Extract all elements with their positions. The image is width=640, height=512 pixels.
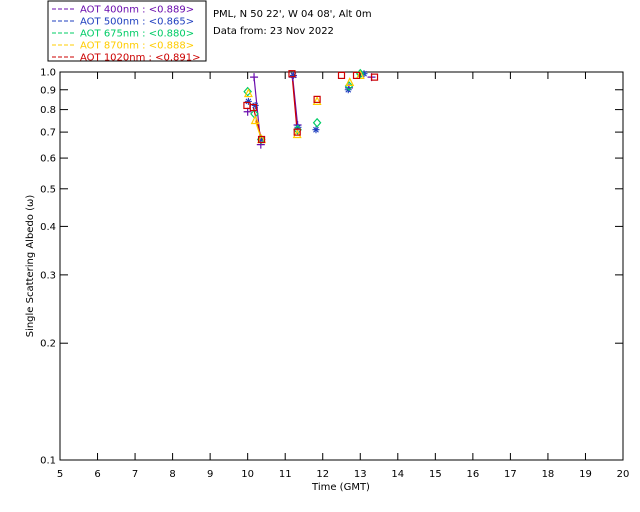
y-tick-label: 0.2 (40, 339, 56, 350)
x-tick-label: 12 (316, 469, 329, 480)
x-tick-label: 10 (241, 469, 254, 480)
x-tick-label: 11 (279, 469, 292, 480)
y-axis: 1.0 0.9 0.8 0.7 0.6 0.5 0.4 0.3 0.2 0.1 (40, 68, 623, 467)
x-tick-label: 16 (466, 469, 479, 480)
y-tick-label: 0.1 (40, 456, 56, 467)
series-lines (252, 73, 299, 145)
x-tick-label: 5 (57, 469, 63, 480)
data-point (312, 126, 320, 134)
data-point (337, 71, 346, 80)
date-info: Data from: 23 Nov 2022 (213, 26, 334, 37)
data-point (289, 71, 297, 79)
x-axis: 5 6 7 8 9 10 11 12 13 14 15 16 17 18 19 20 (57, 72, 630, 480)
plot-frame (59, 71, 624, 461)
y-tick-label: 0.6 (40, 154, 56, 165)
legend-label: AOT 1020nm : <0.891> (80, 53, 200, 64)
x-tick-label: 9 (207, 469, 213, 480)
x-tick-label: 7 (132, 469, 138, 480)
x-tick-label: 13 (354, 469, 367, 480)
y-axis-title: Single Scattering Albedo (ω) (25, 195, 36, 338)
x-tick-label: 19 (579, 469, 592, 480)
x-tick-label: 8 (169, 469, 175, 480)
legend-label: AOT 400nm : <0.889> (80, 5, 194, 16)
legend-label: AOT 500nm : <0.865> (80, 17, 194, 28)
legend-label: AOT 675nm : <0.880> (80, 29, 194, 40)
data-point (250, 73, 259, 82)
x-tick-label: 20 (617, 469, 630, 480)
data-point (251, 101, 259, 109)
data-point (345, 77, 355, 87)
legend-label: AOT 870nm : <0.888> (80, 41, 194, 52)
y-tick-label: 1.0 (40, 68, 56, 79)
legend: AOT 400nm : <0.889>AOT 500nm : <0.865>AO… (47, 0, 207, 64)
x-tick-label: 15 (429, 469, 442, 480)
data-point (312, 117, 322, 128)
x-axis-title: Time (GMT) (311, 482, 370, 493)
y-tick-label: 0.5 (40, 184, 56, 195)
y-tick-label: 0.8 (40, 105, 56, 116)
site-info: PML, N 50 22', W 04 08', Alt 0m (213, 9, 372, 20)
x-tick-label: 17 (504, 469, 517, 480)
x-tick-label: 6 (94, 469, 100, 480)
y-tick-label: 0.7 (40, 128, 56, 139)
data-points (243, 68, 379, 149)
y-tick-label: 0.3 (40, 270, 56, 281)
x-tick-label: 18 (542, 469, 555, 480)
series-segment (291, 73, 298, 133)
y-tick-label: 0.9 (40, 85, 56, 96)
data-point (244, 97, 252, 105)
y-tick-label: 0.4 (40, 222, 56, 233)
x-tick-label: 14 (391, 469, 404, 480)
chart: AOT 400nm : <0.889>AOT 500nm : <0.865>AO… (25, 0, 630, 493)
